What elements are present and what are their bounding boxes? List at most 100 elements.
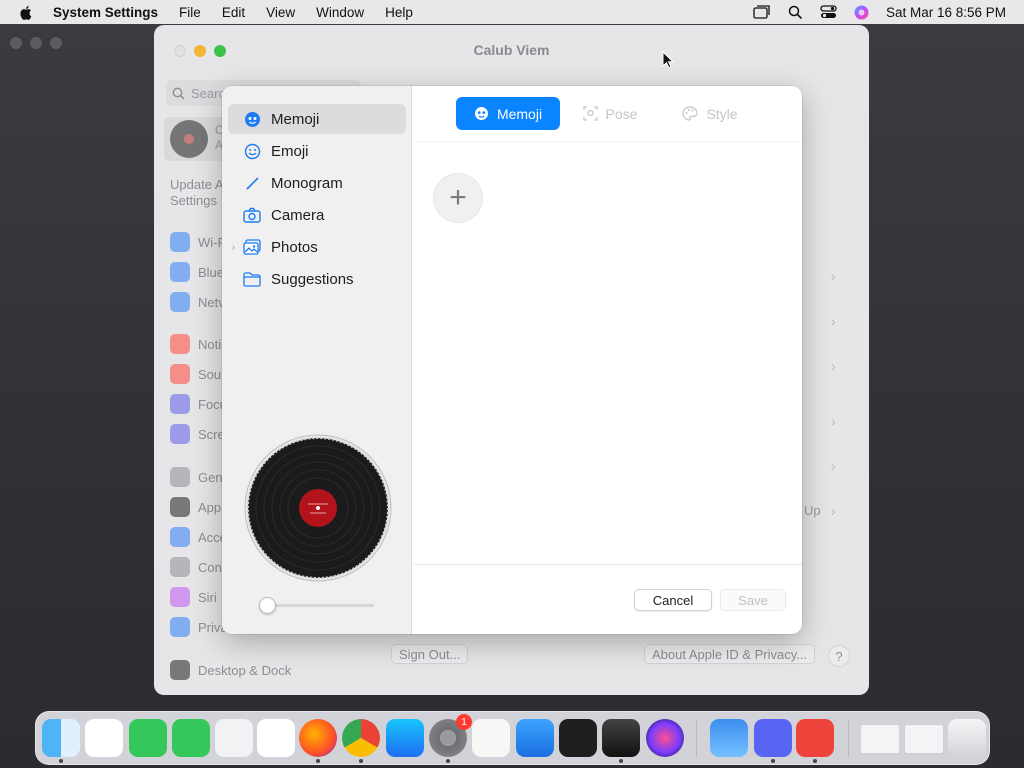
control-center-icon — [170, 557, 190, 577]
zoom-slider[interactable] — [259, 597, 374, 614]
slider-track — [259, 604, 374, 607]
dock-keynote-icon[interactable] — [516, 719, 554, 757]
dock: 1 — [35, 711, 990, 765]
window-title: Calub Viem — [473, 42, 550, 58]
control-center-icon[interactable] — [820, 5, 837, 19]
sidebar-item-bluetooth[interactable]: Blue — [170, 261, 224, 283]
dock-launchpad-icon[interactable] — [215, 719, 253, 757]
running-indicator — [446, 759, 450, 763]
source-item-monogram[interactable]: Monogram — [228, 168, 406, 198]
tab-memoji[interactable]: Memoji — [456, 97, 560, 130]
bluetooth-icon — [170, 262, 190, 282]
sidebar-item-privacy[interactable]: Priva — [170, 616, 228, 638]
emoji-icon — [243, 142, 261, 160]
dock-finder-icon[interactable] — [42, 719, 80, 757]
tab-pose[interactable]: Pose — [560, 97, 660, 130]
help-button[interactable]: ? — [828, 645, 850, 667]
dock-app-store-icon[interactable] — [386, 719, 424, 757]
spotlight-search-icon[interactable] — [788, 5, 803, 20]
about-apple-id-button[interactable]: About Apple ID & Privacy... — [644, 644, 816, 664]
view-menu[interactable]: View — [266, 5, 295, 20]
dock-discord-icon[interactable] — [754, 719, 792, 757]
wifi-icon — [170, 232, 190, 252]
window-menu[interactable]: Window — [316, 5, 364, 20]
profile-picture-picker: Memoji Emoji Monogram Camera › Photos Suggesti… — [222, 86, 802, 634]
privacy-icon — [170, 617, 190, 637]
dock-vscode-icon[interactable] — [85, 719, 123, 757]
sidebar-item-general[interactable]: Gen — [170, 466, 223, 488]
source-item-photos[interactable]: › Photos — [228, 232, 406, 262]
chevron-right-icon: › — [831, 413, 836, 429]
dock-window-thumbnail-1[interactable] — [860, 724, 900, 754]
sidebar-item-control-center[interactable]: Con — [170, 556, 222, 578]
dock-textedit-icon[interactable] — [472, 719, 510, 757]
siri-icon[interactable] — [854, 5, 869, 20]
file-menu[interactable]: File — [179, 5, 201, 20]
sidebar-item-wifi[interactable]: Wi-F — [170, 231, 225, 253]
tab-style[interactable]: Style — [660, 97, 760, 130]
dock-firefox-icon[interactable] — [299, 719, 337, 757]
background-window-controls — [10, 37, 62, 49]
sidebar-item-label: Noti — [198, 336, 222, 352]
dock-terminal-icon[interactable] — [559, 719, 597, 757]
save-button[interactable]: Save — [720, 589, 786, 611]
mouse-cursor — [662, 51, 674, 69]
sidebar-item-siri[interactable]: Siri — [170, 586, 217, 608]
help-menu[interactable]: Help — [385, 5, 413, 20]
picker-source-list: Memoji Emoji Monogram Camera › Photos Suggesti… — [222, 86, 412, 634]
sidebar-item-desktop-dock[interactable]: Desktop & Dock — [170, 659, 291, 681]
add-memoji-button[interactable]: + — [433, 173, 483, 223]
source-item-suggestions[interactable]: Suggestions — [228, 264, 406, 294]
sign-out-button[interactable]: Sign Out... — [391, 644, 469, 664]
search-icon — [172, 87, 185, 100]
source-item-emoji[interactable]: Emoji — [228, 136, 406, 166]
dock-weather-icon[interactable] — [710, 719, 748, 757]
sidebar-item-notifications[interactable]: Noti — [170, 333, 221, 355]
sidebar-item-label: Con — [198, 559, 222, 575]
source-item-label: Camera — [271, 206, 325, 224]
sidebar-item-screen-time[interactable]: Scre — [170, 423, 225, 445]
source-item-camera[interactable]: Camera — [228, 200, 406, 230]
palette-icon — [682, 106, 699, 121]
dock-anydesk-icon[interactable] — [796, 719, 834, 757]
apple-menu-icon[interactable] — [18, 4, 35, 21]
source-item-label: Memoji — [271, 110, 320, 128]
dock-system-settings-icon[interactable]: 1 — [429, 714, 472, 757]
sidebar-item-label: Scre — [198, 426, 225, 442]
dock-facetime-icon[interactable] — [129, 719, 167, 757]
running-indicator — [316, 759, 320, 763]
update-notice[interactable]: Update A Settings — [170, 177, 224, 209]
dock-chrome-icon[interactable] — [342, 719, 380, 757]
divider — [413, 141, 802, 142]
chevron-right-icon: › — [831, 458, 836, 474]
settings-row-label: Up — [804, 503, 821, 518]
source-item-label: Emoji — [271, 142, 309, 160]
app-menu[interactable]: System Settings — [53, 5, 158, 20]
dock-safari-icon[interactable] — [257, 719, 295, 757]
source-item-memoji[interactable]: Memoji — [228, 104, 406, 134]
edit-menu[interactable]: Edit — [222, 5, 245, 20]
slider-knob[interactable] — [259, 597, 276, 614]
dock-messages-icon[interactable] — [172, 719, 210, 757]
sidebar-item-label: Desktop & Dock — [198, 662, 292, 678]
notifications-icon — [170, 334, 190, 354]
disclosure-triangle-icon[interactable]: › — [232, 242, 235, 252]
sidebar-item-appearance[interactable]: App — [170, 496, 221, 518]
sidebar-item-focus[interactable]: Focu — [170, 393, 227, 415]
menubar-clock[interactable]: Sat Mar 16 8:56 PM — [886, 5, 1006, 20]
general-icon — [170, 467, 190, 487]
folder-icon — [243, 270, 261, 288]
dock-window-thumbnail-2[interactable] — [904, 724, 944, 754]
sidebar-item-sound[interactable]: Sour — [170, 363, 225, 385]
source-item-label: Photos — [271, 238, 318, 256]
camera-icon — [243, 206, 261, 224]
dock-garageband-icon[interactable] — [602, 719, 640, 757]
chevron-right-icon: › — [831, 268, 836, 284]
dock-siri-icon[interactable] — [646, 719, 684, 757]
sidebar-item-network[interactable]: Netv — [170, 291, 225, 313]
dock-trash-icon[interactable] — [948, 719, 986, 757]
cancel-button[interactable]: Cancel — [634, 589, 712, 611]
screen-mirroring-icon[interactable] — [753, 5, 771, 19]
memoji-icon — [474, 107, 488, 120]
sidebar-item-accessibility[interactable]: Acce — [170, 526, 227, 548]
